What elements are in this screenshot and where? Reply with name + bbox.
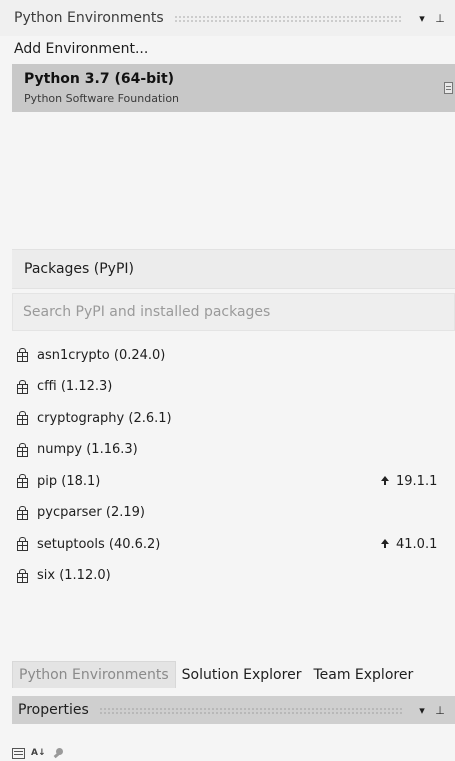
properties-toolbar: A↓ xyxy=(12,745,65,761)
package-upgrade-button[interactable]: 41.0.1 xyxy=(380,537,437,552)
package-label: numpy (1.16.3) xyxy=(37,442,138,457)
packages-section-header[interactable]: Packages (PyPI) xyxy=(12,249,455,289)
package-row[interactable]: cryptography (2.6.1) xyxy=(12,406,455,430)
environment-list-empty-area xyxy=(12,112,455,248)
package-label: setuptools (40.6.2) xyxy=(37,536,161,552)
open-interactive-window-icon[interactable] xyxy=(444,82,453,94)
left-gutter xyxy=(0,36,12,761)
package-search-input[interactable] xyxy=(13,303,454,321)
properties-pin-icon[interactable]: ⊥ xyxy=(431,701,449,719)
properties-title: Properties xyxy=(18,702,89,718)
properties-titlebar: Properties ▾ ⊥ xyxy=(12,696,455,724)
dropdown-icon[interactable]: ▾ xyxy=(413,9,431,27)
properties-grip[interactable] xyxy=(98,706,403,714)
package-row[interactable]: numpy (1.16.3) xyxy=(12,438,455,462)
package-upgrade-version: 19.1.1 xyxy=(396,473,438,489)
package-row[interactable]: pip (18.1) 19.1.1 xyxy=(12,469,455,493)
add-environment-link[interactable]: Add Environment... xyxy=(14,38,148,60)
environment-name: Python 3.7 (64-bit) xyxy=(24,71,175,87)
package-row[interactable]: six (1.12.0) xyxy=(12,564,455,588)
package-label: pip (18.1) xyxy=(37,473,101,489)
package-icon xyxy=(16,379,29,394)
environment-publisher: Python Software Foundation xyxy=(24,92,180,105)
package-label: six (1.12.0) xyxy=(37,568,111,583)
package-upgrade-version: 41.0.1 xyxy=(396,536,438,552)
package-icon xyxy=(16,505,29,520)
package-search-box[interactable] xyxy=(12,293,455,331)
packages-section-title: Packages (PyPI) xyxy=(24,261,134,277)
package-icon xyxy=(16,537,29,551)
package-icon xyxy=(16,348,29,362)
package-label: cryptography (2.6.1) xyxy=(37,410,172,426)
tab-solution-explorer[interactable]: Solution Explorer xyxy=(176,661,308,688)
package-list: asn1crypto (0.24.0) cffi (1.12.3) crypto… xyxy=(12,343,455,595)
package-label: pycparser (2.19) xyxy=(37,505,145,520)
package-icon xyxy=(16,442,29,457)
tool-window-tabs: Python Environments Solution Explorer Te… xyxy=(12,661,455,688)
arrow-up-icon xyxy=(380,476,390,486)
package-row[interactable]: setuptools (40.6.2) 41.0.1 xyxy=(12,532,455,556)
python-environments-titlebar: Python Environments ▾ ⊥ xyxy=(0,0,455,36)
categorized-icon[interactable] xyxy=(12,747,25,759)
package-icon xyxy=(16,474,29,488)
package-icon xyxy=(16,411,29,425)
panel-title: Python Environments xyxy=(14,10,164,26)
tab-team-explorer[interactable]: Team Explorer xyxy=(307,661,419,688)
pin-icon[interactable]: ⊥ xyxy=(431,9,449,27)
environment-list-item[interactable]: Python 3.7 (64-bit) Python Software Foun… xyxy=(12,64,455,112)
package-label: cffi (1.12.3) xyxy=(37,379,113,394)
tab-python-environments[interactable]: Python Environments xyxy=(12,661,176,688)
package-row[interactable]: pycparser (2.19) xyxy=(12,501,455,525)
package-row[interactable]: cffi (1.12.3) xyxy=(12,375,455,399)
titlebar-grip[interactable] xyxy=(173,14,403,22)
properties-dropdown-icon[interactable]: ▾ xyxy=(413,701,431,719)
package-upgrade-button[interactable]: 19.1.1 xyxy=(380,474,437,489)
package-label: asn1crypto (0.24.0) xyxy=(37,347,166,363)
property-pages-icon[interactable] xyxy=(53,747,65,759)
arrow-up-icon xyxy=(380,539,390,549)
package-icon xyxy=(16,568,29,583)
alphabetical-icon[interactable]: A↓ xyxy=(31,748,47,759)
package-row[interactable]: asn1crypto (0.24.0) xyxy=(12,343,455,367)
